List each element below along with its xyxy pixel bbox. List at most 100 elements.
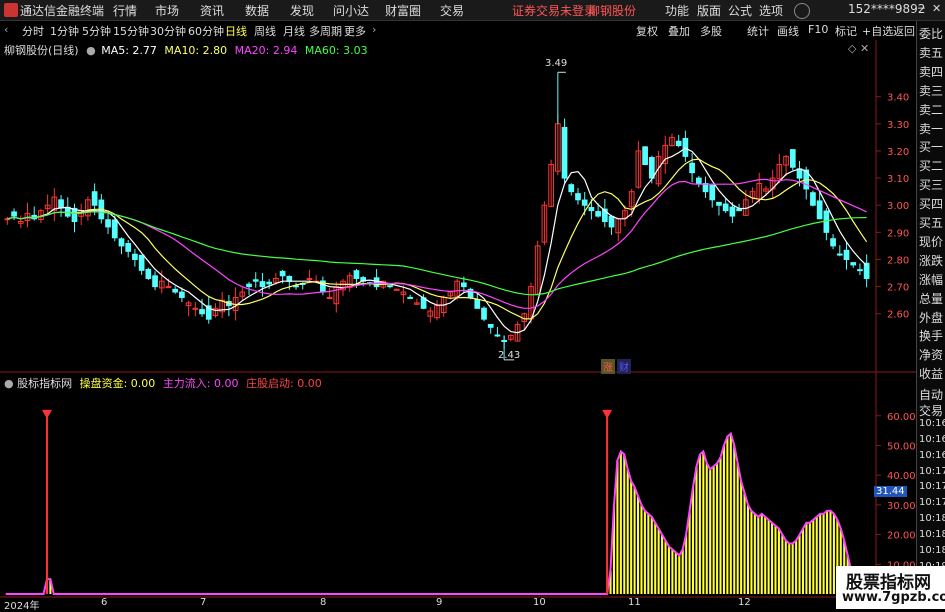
candle-body (796, 168, 803, 179)
candle-body (568, 184, 575, 193)
ma10-line (7, 158, 868, 320)
quote-field-label: 现价 (919, 234, 944, 249)
quote-field-label: 收益 (919, 367, 944, 382)
indicator-bar (671, 549, 674, 594)
indicator-bar (698, 454, 701, 594)
indicator-bar (667, 546, 670, 594)
indicator-bar (705, 463, 708, 594)
indicator-bar (771, 522, 774, 594)
candle-body (642, 146, 648, 166)
watermark-url: www.7gpzb.com (842, 590, 945, 605)
ma60-label: MA60: 3.03 (304, 44, 368, 57)
indicator-bar (633, 487, 636, 594)
price-tick-label: 3.30 (887, 120, 909, 131)
indicator-tick-label: 40.00 (887, 471, 916, 482)
close-icon[interactable]: ✕ (932, 2, 941, 15)
indicator-bar (812, 519, 815, 594)
tick-time: 10:16 (919, 417, 945, 429)
indicator-bar (795, 540, 798, 594)
indicator-bar (695, 466, 698, 594)
quote-field-label: 买二 (919, 159, 944, 174)
indicator-bar (650, 516, 653, 594)
tick-time: 10:16 (919, 449, 945, 461)
quote-field-label: 买五 (919, 216, 944, 230)
candle-body (722, 203, 729, 212)
indicator-bar (774, 525, 777, 594)
indicator-bar (791, 543, 794, 594)
indicator-bar (688, 510, 691, 594)
indicator-bar (619, 451, 622, 594)
indicator-bar (712, 466, 715, 594)
tick-time: 10:17 (919, 481, 945, 493)
candle-body (843, 249, 850, 260)
quote-field-label: 卖四 (919, 64, 944, 79)
indicator-bar (753, 513, 756, 594)
quote-field-label: 卖三 (919, 83, 944, 98)
limit-up-badge[interactable]: 涨 (601, 359, 615, 374)
finance-badge[interactable]: 财 (617, 359, 631, 374)
candle-body (461, 282, 467, 288)
candle-body (810, 192, 816, 206)
candle-body (266, 281, 273, 285)
indicator-tick-label: 20.00 (887, 531, 916, 542)
candle-body (326, 296, 333, 299)
indicator-legend: ● 股标指标网 操盘资金: 0.00 主力流入: 0.00 庄股启动: 0.00 (4, 375, 322, 391)
candle-body (306, 277, 313, 280)
high-annotation: 3.49 (545, 58, 568, 69)
indicator-bar (719, 457, 722, 594)
settings-dot-icon[interactable]: ● (86, 44, 96, 57)
candle-body (581, 199, 588, 206)
indicator-bar (815, 516, 818, 594)
date-label: 6 (101, 597, 108, 608)
ma20-line (7, 178, 867, 309)
candle-body (393, 288, 400, 291)
candle-body (172, 288, 179, 293)
price-tick-label: 3.00 (887, 201, 909, 212)
indicator-bar (805, 522, 808, 594)
chart-controls[interactable]: ◇ ✕ (848, 42, 869, 55)
candle-body (353, 270, 360, 279)
indicator-bar (657, 528, 660, 594)
quote-field-label: 卖五 (919, 45, 944, 60)
indicator-bar (822, 513, 825, 594)
candle-body (588, 207, 595, 212)
quote-field-label: 买一 (919, 140, 944, 155)
indicator-bar (722, 445, 725, 594)
indicator-bar (826, 510, 829, 594)
indicator-tick-label: 30.00 (887, 501, 916, 512)
auto-trade-label[interactable]: 自动 (919, 386, 943, 403)
candle-body (695, 177, 702, 185)
indicator-bar (808, 522, 811, 594)
indicator-bar (733, 445, 736, 594)
candle-body (816, 200, 823, 220)
price-tick-label: 2.70 (887, 283, 909, 294)
candle-body (789, 149, 796, 168)
indicator-bar (781, 534, 784, 594)
indicator-bar (788, 543, 791, 594)
indicator-settings-icon[interactable]: ● (4, 377, 14, 390)
indicator-bar (764, 516, 767, 594)
indicator-tick-label: 60.00 (887, 412, 916, 423)
candle-body (474, 299, 481, 309)
moving-average-lines (7, 147, 868, 334)
candle-body (575, 193, 581, 201)
date-label: 2024年 (4, 601, 40, 612)
indicator-bar (743, 493, 746, 594)
minimize-icon[interactable]: ─ (918, 2, 925, 15)
indicator-bar (640, 504, 643, 594)
date-label: 7 (200, 597, 207, 608)
candle-body (682, 137, 689, 157)
ma10-label: MA10: 2.80 (164, 44, 228, 57)
date-label: 8 (320, 597, 327, 608)
indicator-bar (740, 481, 743, 594)
quote-field-label: 总量 (919, 291, 944, 306)
candle-body (165, 286, 172, 289)
candle-body (152, 275, 158, 288)
indicator-bar (623, 454, 626, 594)
indicator-bar (643, 510, 646, 594)
auto-trade-label[interactable]: 交易 (919, 402, 943, 419)
candle-body (91, 191, 98, 206)
candle-body (259, 281, 266, 288)
indicator-name[interactable]: 股标指标网 (17, 377, 72, 390)
candle-body (729, 206, 736, 217)
